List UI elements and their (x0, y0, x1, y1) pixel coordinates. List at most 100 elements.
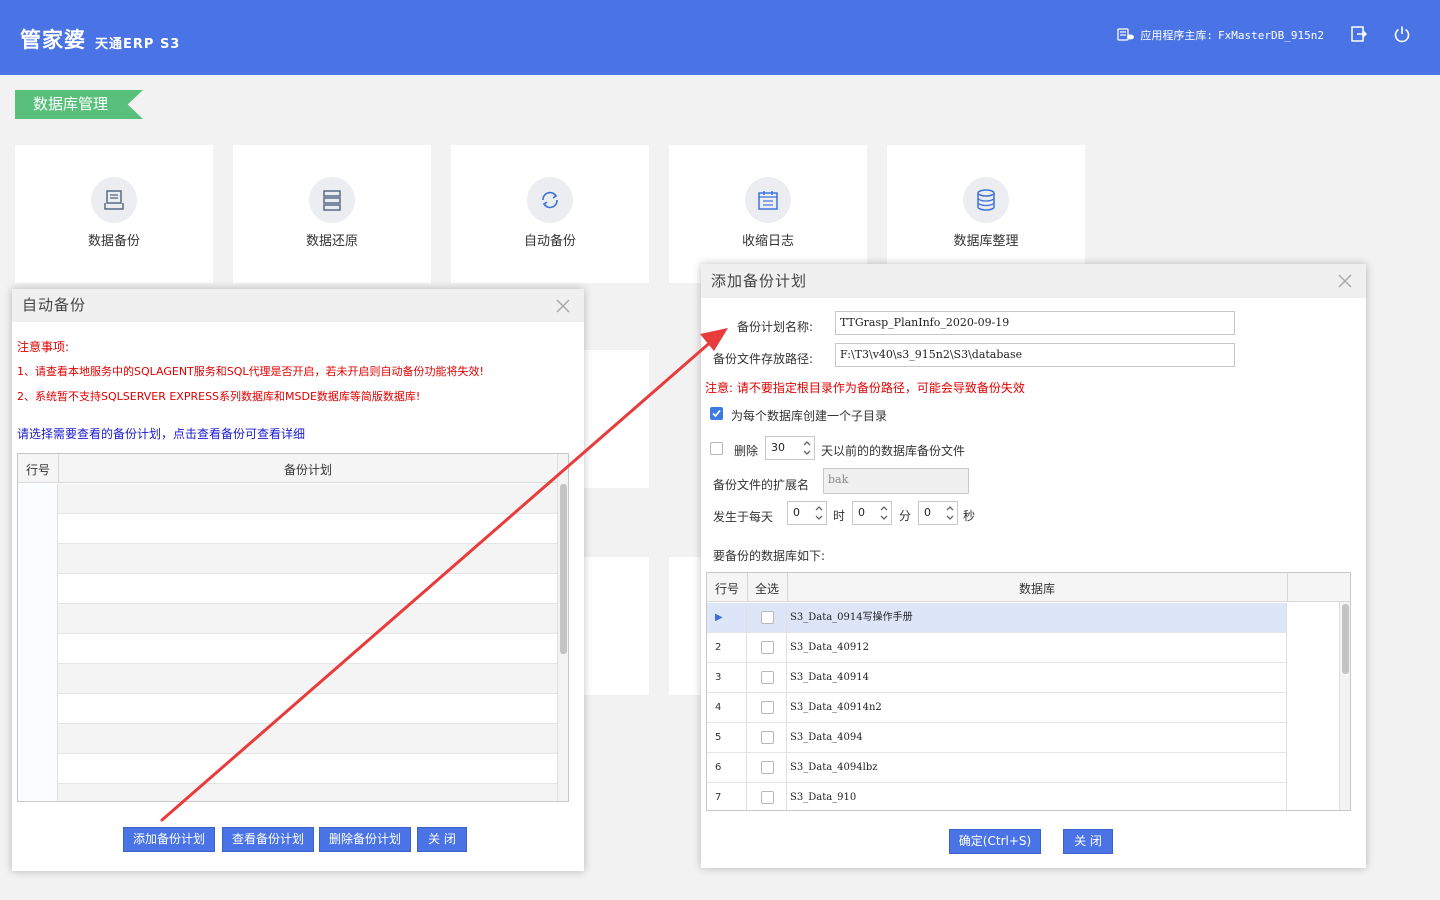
chevron-down-icon[interactable] (801, 448, 813, 458)
chevron-up-icon[interactable] (878, 503, 890, 513)
delete-suffix-label: 天以前的的数据库备份文件 (821, 444, 966, 458)
backup-path-input[interactable]: F:\T3\v40\s3_915n2\S3\database (835, 343, 1235, 367)
table-row[interactable]: 4 S3_Data_40914n2 (707, 693, 1287, 723)
delete-days-stepper[interactable]: 30 (765, 436, 815, 460)
row-checkbox[interactable] (761, 641, 774, 654)
vertical-scrollbar[interactable] (557, 454, 568, 801)
hour-value: 0 (793, 506, 800, 519)
table-row[interactable]: 3 S3_Data_40914 (707, 663, 1287, 693)
tile-label: 数据还原 (305, 234, 358, 249)
check-icon (712, 409, 721, 418)
table-row[interactable] (18, 514, 558, 544)
table-row[interactable] (18, 724, 558, 754)
col-select-all[interactable]: 全选 (755, 580, 779, 597)
table-row[interactable]: ▶ S3_Data_0914写操作手册 (707, 603, 1287, 633)
table-row[interactable] (18, 634, 558, 664)
power-icon[interactable] (1393, 25, 1411, 43)
grid-header: 行号 备份计划 (18, 454, 568, 483)
logout-icon[interactable] (1350, 25, 1368, 43)
grid-header: 行号 全选 数据库 (707, 573, 1350, 602)
db-info-label: 应用程序主库: (1140, 29, 1214, 42)
tile-shrink-log[interactable]: 收缩日志 (669, 145, 867, 283)
close-button[interactable]: 关 闭 (417, 827, 467, 852)
row-checkbox[interactable] (761, 611, 774, 624)
close-button[interactable]: 关 闭 (1063, 829, 1113, 854)
path-warning: 注意: 请不要指定根目录作为备份路径，可能会导致备份失效 (705, 381, 1025, 395)
app-header: 管家婆 天通ERP S3 应用程序主库: FxMasterDB_915n2 (0, 0, 1440, 75)
chevron-up-icon[interactable] (801, 438, 813, 448)
table-row[interactable]: 6 S3_Data_4094lbz (707, 753, 1287, 783)
close-icon[interactable] (1338, 274, 1352, 288)
table-row[interactable] (18, 784, 558, 801)
table-row[interactable] (18, 574, 558, 604)
delete-plan-button[interactable]: 删除备份计划 (319, 827, 411, 852)
table-row[interactable]: 5 S3_Data_4094 (707, 723, 1287, 753)
scrollbar-thumb[interactable] (1342, 604, 1349, 674)
notice-line: 1、请查看本地服务中的SQLAGENT服务和SQL代理是否开启，若未开启则自动备… (17, 365, 484, 378)
row-checkbox[interactable] (761, 701, 774, 714)
second-stepper[interactable]: 0 (918, 501, 958, 525)
tile-label: 收缩日志 (741, 234, 794, 249)
tile-data-backup[interactable]: 数据备份 (15, 145, 213, 283)
extension-input[interactable]: bak (823, 468, 969, 494)
notice-line: 2、系统暂不支持SQLSERVER EXPRESS系列数据库和MSDE数据库等简… (17, 390, 421, 403)
auto-backup-dialog: 自动备份 注意事项: 1、请查看本地服务中的SQLAGENT服务和SQL代理是否… (12, 289, 584, 871)
row-index: 2 (707, 633, 747, 663)
hour-stepper[interactable]: 0 (787, 501, 827, 525)
add-backup-plan-dialog: 添加备份计划 备份计划名称: TTGrasp_PlanInfo_2020-09-… (701, 264, 1366, 868)
chevron-down-icon[interactable] (944, 513, 956, 523)
database-icon (963, 177, 1009, 223)
vertical-scrollbar[interactable] (1339, 602, 1350, 810)
notice-title: 注意事项: (17, 340, 70, 354)
delete-days-value: 30 (771, 441, 785, 454)
row-checkbox[interactable] (761, 671, 774, 684)
confirm-button[interactable]: 确定(Ctrl+S) (949, 829, 1041, 854)
dialog-title-text: 自动备份 (22, 296, 87, 314)
dialog-title-text: 添加备份计划 (711, 272, 808, 290)
delete-label: 删除 (734, 444, 759, 458)
minute-unit: 分 (899, 509, 912, 523)
database-name: S3_Data_0914写操作手册 (787, 603, 1287, 633)
second-unit: 秒 (963, 509, 976, 523)
table-row[interactable] (18, 664, 558, 694)
section-title: 数据库管理 (15, 90, 143, 119)
database-name: S3_Data_40912 (787, 633, 1287, 663)
plan-name-input[interactable]: TTGrasp_PlanInfo_2020-09-19 (835, 311, 1235, 335)
refresh-icon (527, 177, 573, 223)
chevron-down-icon[interactable] (878, 513, 890, 523)
subdir-label: 为每个数据库创建一个子目录 (731, 409, 888, 423)
path-label: 备份文件存放路径: (713, 352, 814, 366)
backup-plan-grid: 行号 备份计划 (17, 453, 569, 802)
table-row[interactable] (18, 544, 558, 574)
row-checkbox[interactable] (761, 761, 774, 774)
table-row[interactable]: 7 S3_Data_910 (707, 783, 1287, 810)
database-grid: 行号 全选 数据库 ▶ S3_Data_0914写操作手册 2 S3_Data_… (706, 572, 1351, 811)
row-checkbox[interactable] (761, 791, 774, 804)
add-plan-button[interactable]: 添加备份计划 (123, 827, 215, 852)
tile-label: 自动备份 (523, 234, 576, 249)
table-row[interactable]: 2 S3_Data_40912 (707, 633, 1287, 663)
minute-stepper[interactable]: 0 (852, 501, 892, 525)
close-icon[interactable] (556, 299, 570, 313)
chevron-up-icon[interactable] (944, 503, 956, 513)
tile-data-restore[interactable]: 数据还原 (233, 145, 431, 283)
restore-icon (309, 177, 355, 223)
minute-value: 0 (858, 506, 865, 519)
chevron-down-icon[interactable] (813, 513, 825, 523)
row-checkbox[interactable] (761, 731, 774, 744)
subdir-checkbox[interactable] (710, 407, 723, 420)
tile-auto-backup[interactable]: 自动备份 (451, 145, 649, 283)
database-server-icon (1117, 28, 1135, 41)
chevron-up-icon[interactable] (813, 503, 825, 513)
view-plan-button[interactable]: 查看备份计划 (222, 827, 314, 852)
extension-label: 备份文件的扩展名 (713, 478, 810, 492)
scrollbar-thumb[interactable] (560, 484, 567, 654)
delete-old-checkbox[interactable] (710, 442, 723, 455)
backup-icon (91, 177, 137, 223)
database-name: S3_Data_40914 (787, 663, 1287, 693)
table-row[interactable] (18, 694, 558, 724)
table-row[interactable] (18, 604, 558, 634)
table-row[interactable] (18, 484, 558, 514)
table-row[interactable] (18, 754, 558, 784)
tile-database-cleanup[interactable]: 数据库整理 (887, 145, 1085, 283)
